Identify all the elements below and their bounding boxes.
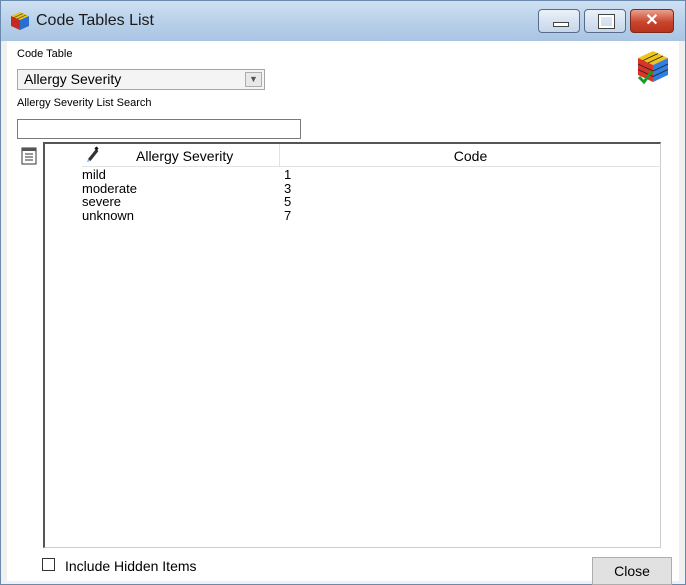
minimize-button[interactable] [538, 9, 580, 33]
table-row[interactable]: severe 5 [82, 195, 482, 209]
code-table-label: Code Table [17, 48, 73, 60]
code-table-select[interactable]: Allergy Severity ▼ [17, 69, 265, 90]
chevron-down-icon[interactable]: ▼ [245, 72, 262, 87]
cell-code: 5 [284, 194, 292, 209]
table-row[interactable]: mild 1 [82, 168, 482, 182]
pen-icon [87, 146, 99, 162]
dialog-body: Code Table Allergy Severity ▼ Allergy Se… [7, 41, 679, 585]
close-window-button[interactable]: ✕ [630, 9, 674, 33]
cell-code: 1 [284, 167, 292, 182]
include-hidden-label[interactable]: Include Hidden Items [65, 558, 197, 574]
cell-name: severe [82, 194, 122, 209]
maximize-button[interactable] [584, 9, 626, 33]
rubik-cube-icon [11, 12, 29, 30]
minimize-icon [553, 22, 569, 27]
table-row[interactable]: moderate 3 [82, 182, 482, 196]
table-row[interactable]: unknown 7 [82, 209, 482, 223]
column-header-code[interactable]: Code [280, 148, 661, 164]
search-label: Allergy Severity List Search [17, 97, 152, 109]
rubik-cube-check-icon [637, 51, 669, 85]
close-icon: ✕ [645, 12, 659, 29]
grid-rows: mild 1 moderate 3 severe 5 unknown 7 [82, 168, 482, 222]
cell-name: unknown [82, 207, 135, 223]
list-report-icon[interactable] [20, 147, 38, 165]
close-button[interactable]: Close [592, 557, 672, 585]
code-table-selected-value: Allergy Severity [24, 71, 122, 87]
cell-name: moderate [82, 180, 137, 196]
code-tables-window: Code Tables List ✕ Code Table Allergy Se… [0, 0, 686, 585]
cell-code: 7 [284, 207, 292, 223]
cell-name: mild [82, 167, 106, 182]
maximize-icon [598, 14, 615, 29]
code-table-grid[interactable]: Allergy Severity Code mild 1 moderate 3 … [43, 142, 661, 548]
window-title: Code Tables List [36, 12, 154, 29]
include-hidden-checkbox[interactable] [42, 558, 55, 571]
column-header-label: Allergy Severity [136, 148, 234, 164]
search-input[interactable] [17, 119, 301, 139]
title-bar[interactable]: Code Tables List ✕ [1, 1, 685, 41]
cell-code: 3 [284, 180, 292, 196]
column-header-allergy-severity[interactable]: Allergy Severity [82, 144, 280, 166]
grid-header: Allergy Severity Code [82, 144, 661, 167]
